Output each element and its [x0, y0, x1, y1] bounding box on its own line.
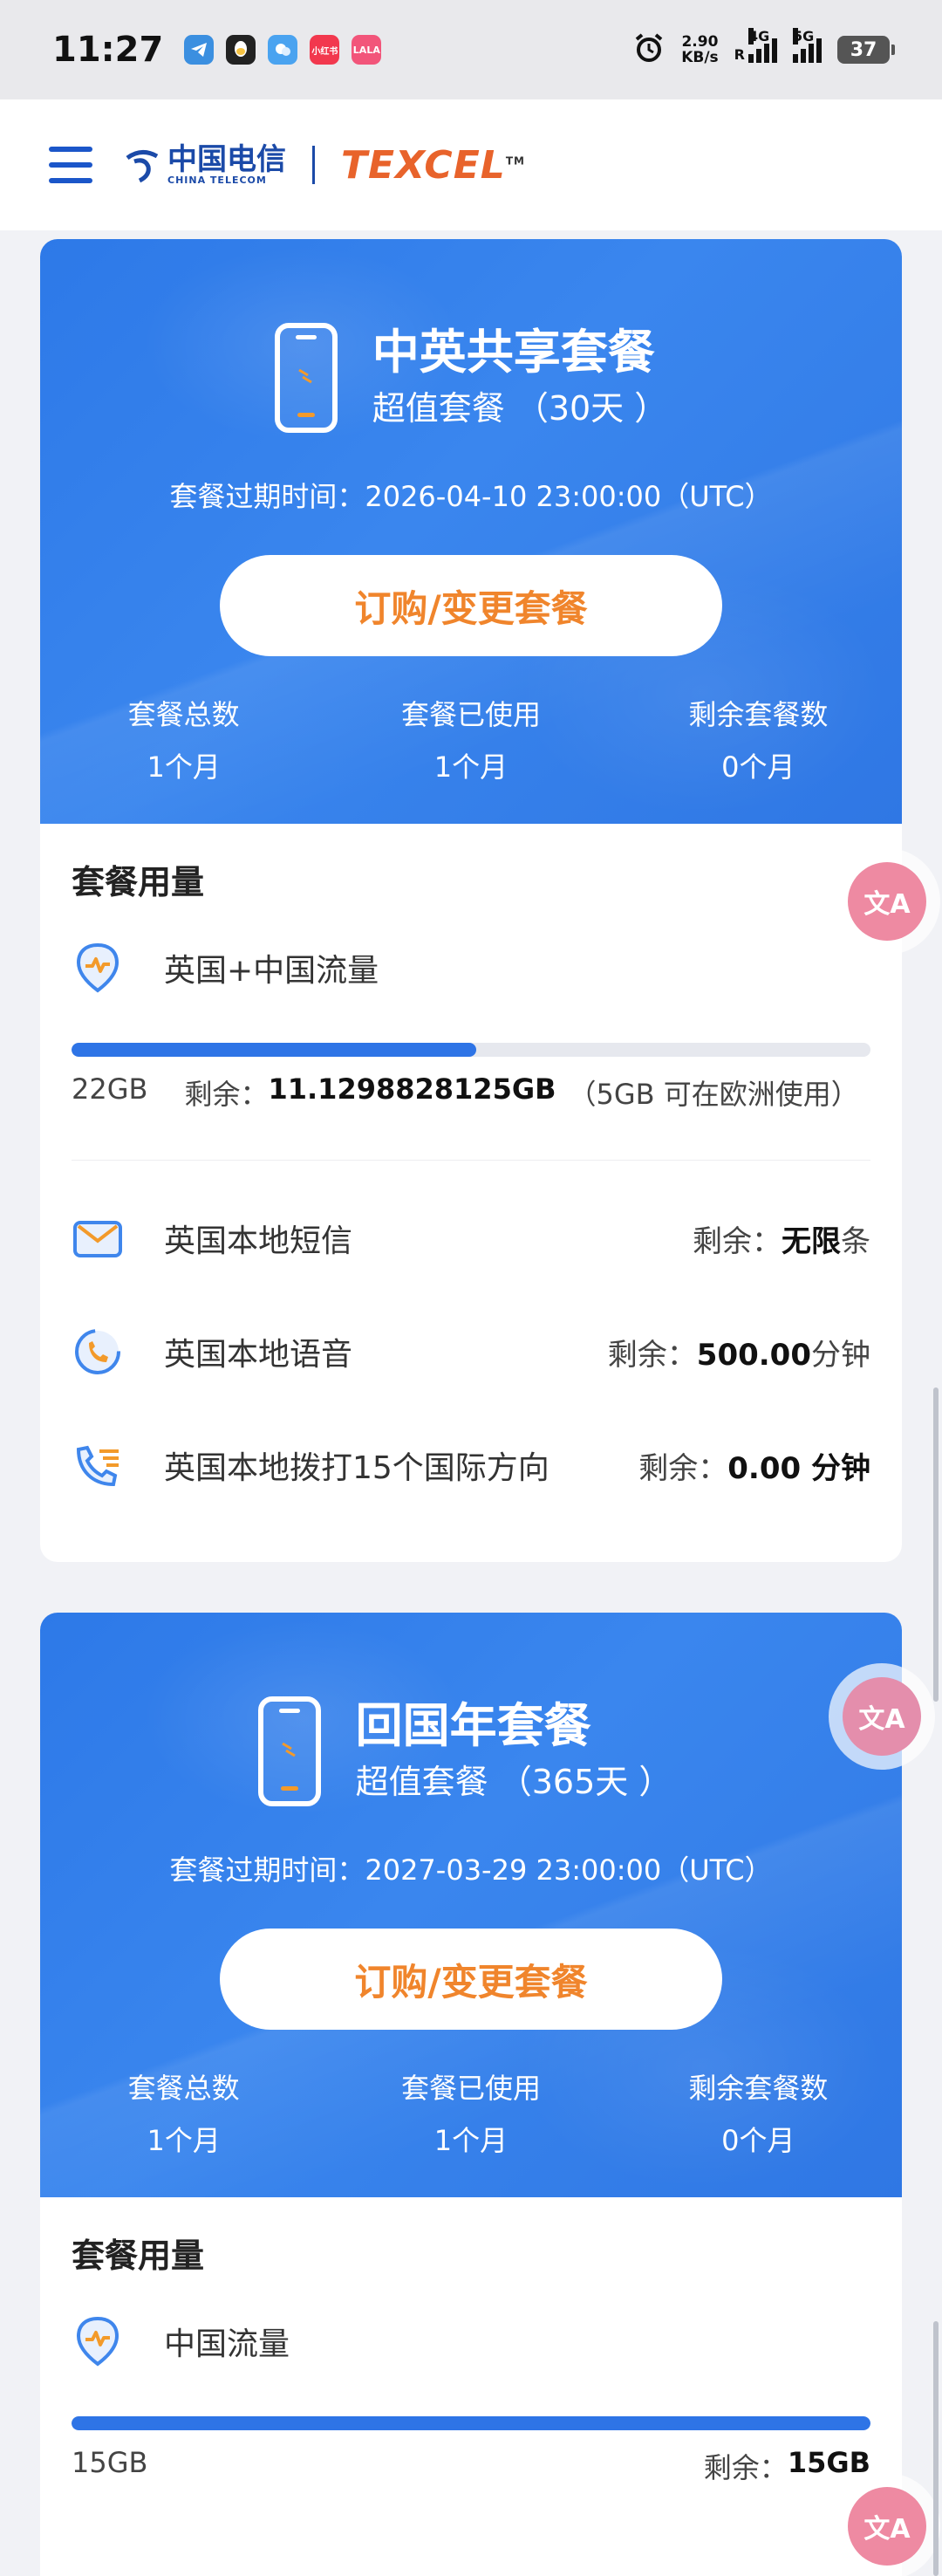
usage-section: 套餐用量 英国+中国流量 22GB 剩余： 11.1298828125GB （5… [40, 824, 902, 1522]
signal-bars-icon: 5G [793, 28, 822, 63]
qq-icon [226, 35, 256, 65]
logo-divider [312, 146, 315, 184]
usage-title: 套餐用量 [72, 2237, 205, 2275]
data-usage-line: 15GB 剩余： 15GB [72, 2446, 870, 2484]
plan-card: 回国年套餐 超值套餐 （365天 ） 套餐过期时间：2027-03-29 23:… [40, 1613, 902, 2576]
stat-total: 套餐总数 1个月 [127, 2072, 240, 2157]
sms-remaining: 剩余：无限条 [693, 1223, 870, 1259]
scrollbar-thumb[interactable] [933, 1387, 939, 1702]
data-total: 22GB [72, 1072, 148, 1106]
texcel-logo: TEXCELTM [341, 142, 525, 188]
app-header: 中国电信 CHINA TELECOM TEXCELTM [0, 99, 942, 230]
data-remaining: 15GB [787, 2446, 870, 2479]
data-note: （5GB 可在欧洲使用） [568, 1078, 859, 1111]
phone-call-icon [72, 1326, 124, 1378]
telegram-icon [184, 35, 215, 65]
menu-icon[interactable] [49, 147, 92, 183]
translate-float-button[interactable]: 文A [848, 2487, 926, 2566]
alarm-icon [632, 31, 666, 68]
notification-icons: 小红书 LALA [184, 35, 382, 65]
data-label: 中国流量 [164, 2326, 290, 2362]
usage-title: 套餐用量 [72, 863, 205, 901]
data-progress-bar [72, 2416, 870, 2430]
plan-subtitle: 超值套餐 （365天 ） [355, 1763, 672, 1801]
status-bar: 11:27 小红书 LALA 2.90 KB/s R 4G 5G 37 [0, 0, 942, 99]
translate-float-button[interactable]: 文A [848, 862, 926, 941]
order-change-plan-button[interactable]: 订购/变更套餐 [220, 1929, 722, 2030]
data-shield-icon [72, 942, 124, 994]
plan-stats: 套餐总数 1个月 套餐已使用 1个月 剩余套餐数 0个月 [40, 693, 902, 785]
divider [72, 1160, 870, 1161]
translate-icon: 文A [858, 1704, 905, 1735]
translate-float-button[interactable]: 文A [843, 1677, 921, 1756]
data-shield-icon [72, 2315, 124, 2367]
phone-icon [274, 323, 338, 433]
stat-used: 套餐已使用 1个月 [400, 698, 541, 784]
translate-icon: 文A [864, 889, 911, 920]
plan-hero: 回国年套餐 超值套餐 （365天 ） 套餐过期时间：2027-03-29 23:… [40, 1613, 902, 2197]
data-progress-bar [72, 1043, 870, 1057]
chat-bubble-icon [268, 35, 298, 65]
brand-cn: 中国电信 [167, 141, 286, 177]
status-time: 11:27 [52, 30, 164, 70]
status-right: 2.90 KB/s R 4G 5G 37 [632, 28, 895, 68]
plan-expire-time: 套餐过期时间：2026-04-10 23:00:00（UTC） [169, 480, 773, 513]
plan-card: 中英共享套餐 超值套餐 （30天 ） 套餐过期时间：2026-04-10 23:… [40, 239, 902, 1562]
stat-total: 套餐总数 1个月 [127, 698, 240, 784]
translate-icon: 文A [864, 2514, 911, 2545]
lala-icon: LALA [352, 35, 382, 65]
data-total: 15GB [72, 2446, 148, 2479]
china-telecom-logo: 中国电信 CHINA TELECOM [122, 145, 286, 186]
data-progress-fill [72, 1043, 477, 1057]
stat-used: 套餐已使用 1个月 [400, 2072, 541, 2157]
voice-remaining: 剩余：500.00分钟 [607, 1337, 870, 1373]
scrollbar-thumb[interactable] [933, 2321, 939, 2576]
envelope-icon [72, 1212, 124, 1264]
battery-icon: 37 [837, 36, 895, 64]
sms-row: 英国本地短信 剩余：无限条 [72, 1182, 870, 1295]
data-progress-fill [72, 2416, 870, 2430]
stat-remaining: 剩余套餐数 0个月 [688, 2072, 829, 2157]
phone-icon [257, 1696, 321, 1806]
order-change-plan-button[interactable]: 订购/变更套餐 [220, 555, 722, 656]
intl-call-remaining: 剩余：0.00 分钟 [638, 1450, 870, 1486]
plan-name: 中英共享套餐 [372, 325, 655, 380]
data-usage-row: 中国流量 [72, 2315, 870, 2367]
stat-remaining: 剩余套餐数 0个月 [688, 698, 829, 784]
usage-section: 套餐用量 中国流量 15GB 剩余： 15GB [40, 2197, 902, 2486]
data-usage-line: 22GB 剩余： 11.1298828125GB （5GB 可在欧洲使用） [72, 1072, 859, 1111]
voice-row: 英国本地语音 剩余：500.00分钟 [72, 1295, 870, 1408]
net-speed: 2.90 KB/s [681, 33, 719, 66]
signal-bars-icon: 4G [748, 28, 777, 63]
xiaohongshu-icon: 小红书 [310, 35, 340, 65]
data-label: 英国+中国流量 [164, 953, 379, 989]
data-usage-row: 英国+中国流量 [72, 942, 870, 994]
plan-subtitle: 超值套餐 （30天 ） [372, 389, 668, 428]
intl-call-row: 英国本地拨打15个国际方向 剩余：0.00 分钟 [72, 1408, 870, 1522]
plan-hero: 中英共享套餐 超值套餐 （30天 ） 套餐过期时间：2026-04-10 23:… [40, 239, 902, 824]
intl-call-icon [72, 1439, 124, 1491]
china-telecom-mark-icon [122, 146, 160, 184]
plan-expire-time: 套餐过期时间：2027-03-29 23:00:00（UTC） [169, 1853, 773, 1887]
signal-1: R 4G [734, 28, 777, 63]
plan-stats: 套餐总数 1个月 套餐已使用 1个月 剩余套餐数 0个月 [40, 2066, 902, 2159]
plan-name: 回国年套餐 [355, 1698, 591, 1753]
data-remaining: 11.1298828125GB [268, 1072, 556, 1106]
